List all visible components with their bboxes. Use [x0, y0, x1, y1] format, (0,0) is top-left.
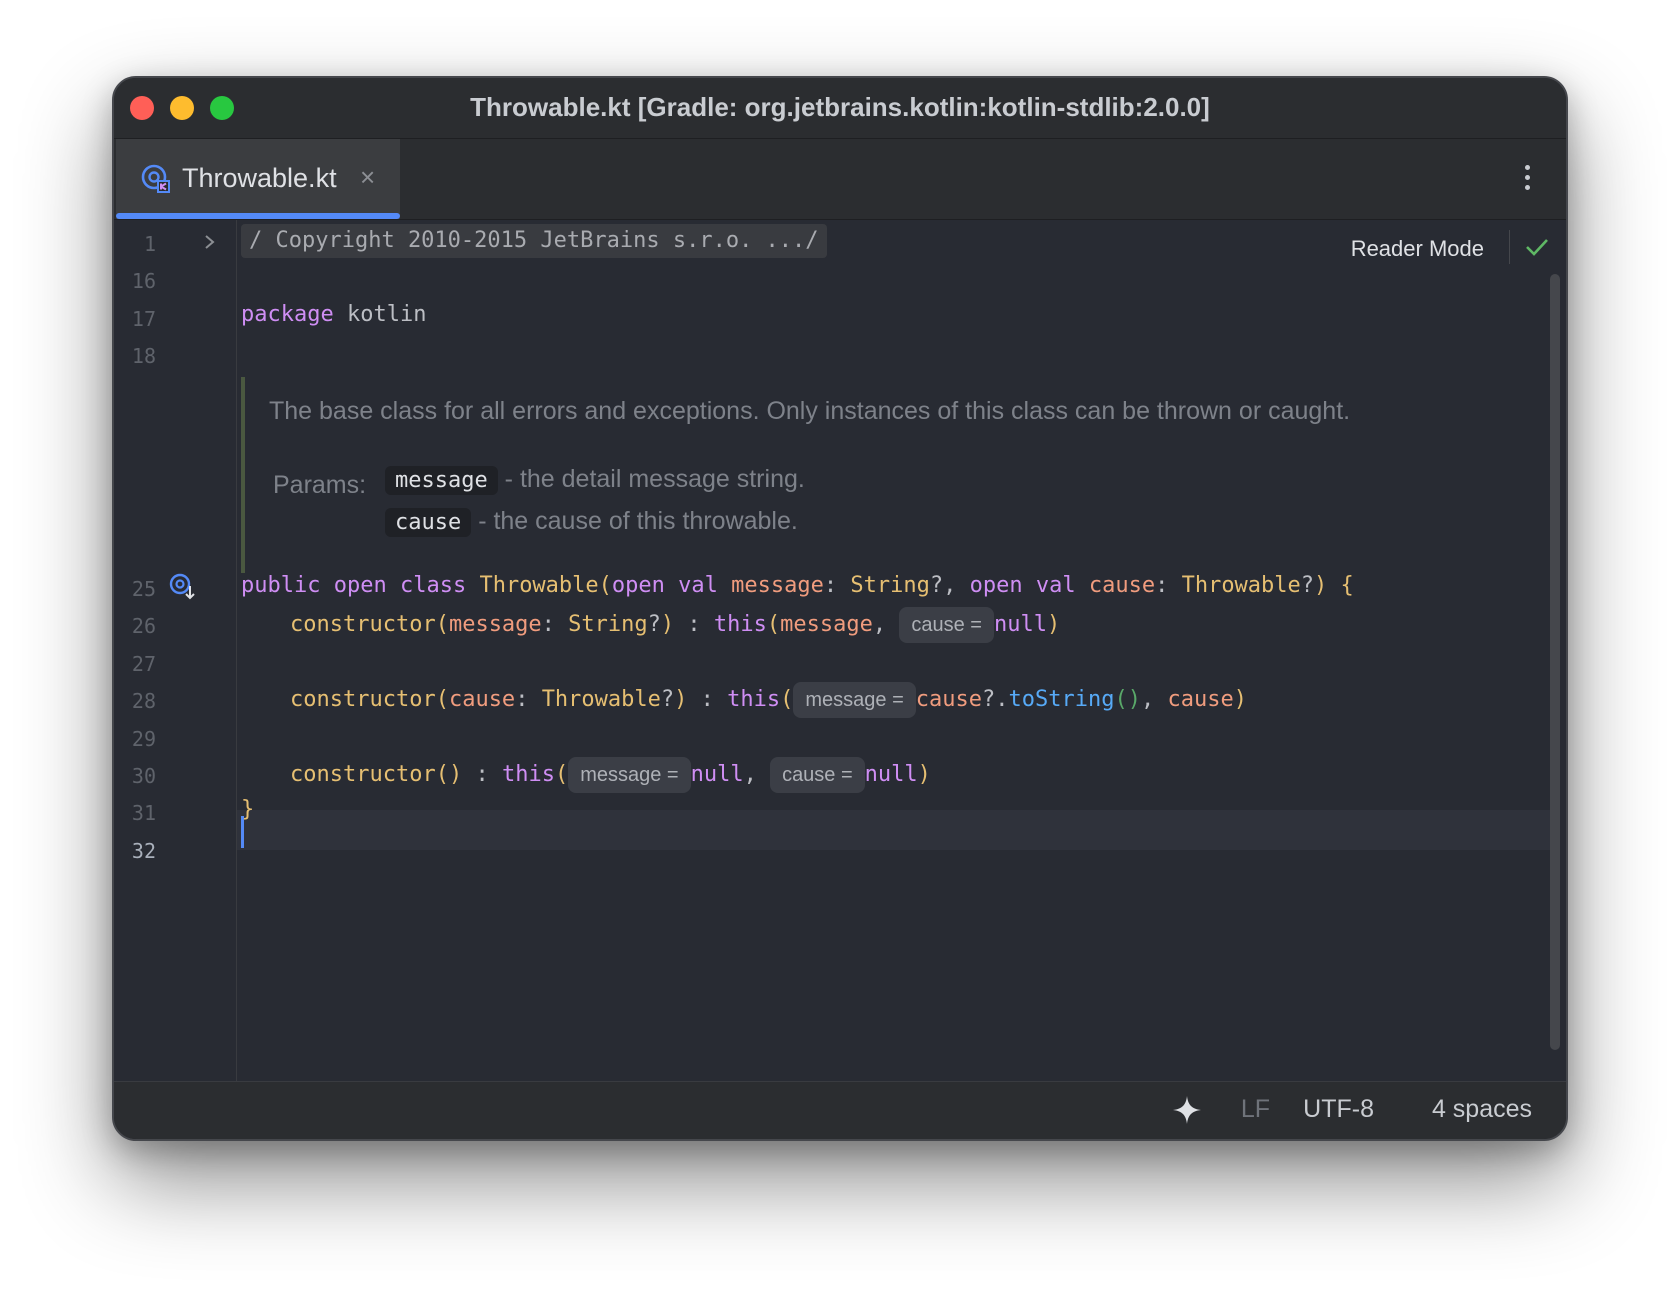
line-number: 29: [131, 727, 156, 751]
divider: [1509, 230, 1510, 264]
doc-param-message: message - the detail message string.: [385, 465, 805, 495]
inlay-hint-cause[interactable]: cause =: [770, 757, 865, 793]
line-number: 25: [131, 577, 156, 601]
overridden-by-icon[interactable]: [168, 572, 198, 602]
tab-label: Throwable.kt: [182, 163, 337, 193]
kotlin-class-icon: [141, 164, 170, 193]
active-tab-indicator: [116, 213, 400, 219]
line-number: 28: [131, 689, 156, 713]
title-bar: Throwable.kt [Gradle: org.jetbrains.kotl…: [114, 78, 1566, 139]
doc-params-label: Params:: [273, 471, 367, 499]
line-number: 27: [131, 652, 156, 676]
reader-mode-toggle[interactable]: Reader Mode: [1351, 236, 1484, 262]
code-line-class-declaration: public open class Throwable(open val mes…: [241, 573, 1354, 598]
ide-window: Throwable.kt [Gradle: org.jetbrains.kotl…: [112, 76, 1568, 1141]
ai-sparkle-icon[interactable]: [1171, 1094, 1203, 1126]
line-number: 17: [131, 307, 156, 331]
status-bar: LF UTF-8 4 spaces: [114, 1081, 1566, 1139]
encoding-widget[interactable]: UTF-8: [1303, 1095, 1374, 1124]
line-number: 16: [131, 269, 156, 293]
line-number: 31: [131, 801, 156, 825]
editor-tab-bar: Throwable.kt ×: [114, 139, 1566, 220]
line-separator-widget[interactable]: LF: [1241, 1095, 1270, 1124]
line-number-current: 32: [131, 839, 156, 863]
code-line-constructor-cause: constructor(cause: Throwable?) : this(me…: [290, 682, 1247, 718]
no-problems-check-icon[interactable]: [1524, 234, 1550, 260]
window-title: Throwable.kt [Gradle: org.jetbrains.kotl…: [470, 92, 1210, 122]
more-options-icon[interactable]: [1522, 161, 1532, 197]
line-number: 30: [131, 764, 156, 788]
rendered-doc-comment: The base class for all errors and except…: [241, 377, 1445, 573]
line-number-gutter: 1 16 17 18 25 26 27 28 29 30 31 32: [114, 220, 237, 1082]
inlay-hint-message[interactable]: message =: [793, 682, 916, 718]
text-caret: [241, 816, 244, 848]
code-editor[interactable]: 1 16 17 18 25 26 27 28 29 30 31 32 / Cop…: [114, 220, 1566, 1082]
vertical-scrollbar[interactable]: [1550, 274, 1560, 1050]
line-number: 1: [143, 232, 156, 256]
indent-widget[interactable]: 4 spaces: [1432, 1095, 1532, 1124]
tab-close-icon[interactable]: ×: [360, 163, 375, 191]
doc-summary: The base class for all errors and except…: [269, 397, 1351, 425]
line-number: 26: [131, 614, 156, 638]
code-line-package: package kotlin: [241, 302, 427, 327]
code-line-constructor-message: constructor(message: String?) : this(mes…: [290, 607, 1060, 643]
doc-param-cause: cause - the cause of this throwable.: [385, 507, 798, 537]
folded-copyright-block[interactable]: / Copyright 2010-2015 JetBrains s.r.o. .…: [241, 224, 827, 258]
line-number: 18: [131, 344, 156, 368]
chevron-right-icon[interactable]: [202, 232, 218, 252]
tab-throwable-kt[interactable]: Throwable.kt ×: [116, 139, 400, 219]
code-line-constructor-empty: constructor() : this(message = null, caus…: [290, 757, 931, 793]
code-area[interactable]: / Copyright 2010-2015 JetBrains s.r.o. .…: [241, 220, 1546, 1082]
inlay-hint-cause[interactable]: cause =: [899, 607, 994, 643]
inlay-hint-message[interactable]: message =: [568, 757, 691, 793]
